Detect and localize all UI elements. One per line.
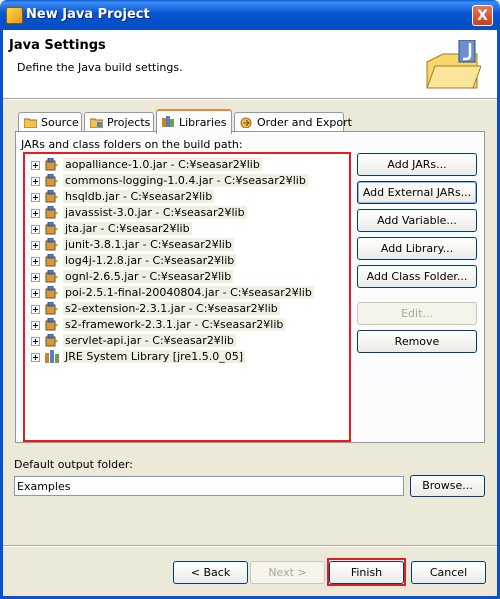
expand-toggle-icon[interactable] bbox=[31, 289, 40, 298]
expand-toggle-icon[interactable] bbox=[31, 209, 40, 218]
jar-file-icon bbox=[45, 269, 59, 283]
browse-button[interactable]: Browse... bbox=[410, 475, 485, 497]
build-path-tree[interactable]: aopalliance-1.0.jar - C:¥seasar2¥lib comm… bbox=[23, 152, 351, 442]
tree-item-label: jta.jar - C:¥seasar2¥lib bbox=[63, 222, 192, 235]
page-description: Define the Java build settings. bbox=[17, 61, 183, 74]
jar-file-icon bbox=[45, 221, 59, 235]
tree-item-label: log4j-1.2.8.jar - C:¥seasar2¥lib bbox=[63, 254, 237, 267]
expand-toggle-icon[interactable] bbox=[31, 241, 40, 250]
expand-toggle-icon[interactable] bbox=[31, 225, 40, 234]
window-frame-left bbox=[0, 30, 3, 599]
jre-library-icon bbox=[45, 350, 59, 363]
add-class-folder-button[interactable]: Add Class Folder... bbox=[357, 265, 477, 288]
jar-file-icon bbox=[45, 205, 59, 219]
output-folder-label: Default output folder: bbox=[14, 458, 133, 471]
java-project-wizard-icon bbox=[426, 40, 481, 89]
page-title: Java Settings bbox=[9, 38, 106, 53]
tab-source[interactable]: Source bbox=[18, 112, 82, 132]
expand-toggle-icon[interactable] bbox=[31, 337, 40, 346]
jar-file-icon bbox=[45, 189, 59, 203]
tab-libraries[interactable]: Libraries bbox=[156, 109, 232, 134]
jar-file-icon bbox=[45, 301, 59, 315]
expand-toggle-icon[interactable] bbox=[31, 177, 40, 186]
eclipse-window-icon bbox=[6, 7, 23, 24]
expand-toggle-icon[interactable] bbox=[31, 257, 40, 266]
output-folder-field[interactable]: Examples bbox=[14, 476, 404, 496]
remove-button[interactable]: Remove bbox=[357, 330, 477, 353]
tree-item-label: commons-logging-1.0.4.jar - C:¥seasar2¥l… bbox=[63, 174, 308, 187]
source-folder-icon bbox=[24, 118, 37, 128]
expand-toggle-icon[interactable] bbox=[31, 305, 40, 314]
tab-order-and-export[interactable]: Order and Export bbox=[234, 112, 352, 132]
tree-item-label: JRE System Library [jre1.5.0_05] bbox=[63, 350, 245, 363]
tree-item-label: s2-framework-2.3.1.jar - C:¥seasar2¥lib bbox=[63, 318, 286, 331]
libraries-icon bbox=[162, 116, 174, 127]
expand-toggle-icon[interactable] bbox=[31, 161, 40, 170]
tree-item-label: javassist-3.0.jar - C:¥seasar2¥lib bbox=[63, 206, 247, 219]
jar-file-icon bbox=[45, 173, 59, 187]
add-library-button[interactable]: Add Library... bbox=[357, 237, 477, 260]
window-title: New Java Project bbox=[26, 7, 150, 22]
tree-item-label: s2-extension-2.3.1.jar - C:¥seasar2¥lib bbox=[63, 302, 280, 315]
edit-button[interactable]: Edit... bbox=[357, 302, 477, 325]
footer-separator bbox=[3, 545, 497, 547]
tree-item-label: hsqldb.jar - C:¥seasar2¥lib bbox=[63, 190, 215, 203]
add-external-jars-button[interactable]: Add External JARs... bbox=[357, 181, 477, 204]
jar-file-icon bbox=[45, 317, 59, 331]
title-bar[interactable]: New Java Project X bbox=[0, 0, 500, 30]
jar-file-icon bbox=[45, 333, 59, 347]
jar-file-icon bbox=[45, 157, 59, 171]
tab-projects[interactable]: Projects bbox=[84, 112, 154, 132]
finish-highlight-box bbox=[327, 558, 406, 586]
expand-toggle-icon[interactable] bbox=[31, 273, 40, 282]
tree-item-label: junit-3.8.1.jar - C:¥seasar2¥lib bbox=[63, 238, 234, 251]
jar-file-icon bbox=[45, 285, 59, 299]
next-button[interactable]: Next > bbox=[250, 561, 325, 584]
jar-file-icon bbox=[45, 253, 59, 267]
back-button[interactable]: < Back bbox=[173, 561, 248, 584]
tree-item-label: poi-2.5.1-final-20040804.jar - C:¥seasar… bbox=[63, 286, 314, 299]
order-export-icon bbox=[240, 117, 252, 128]
banner-separator bbox=[3, 98, 497, 100]
tree-item-label: aopalliance-1.0.jar - C:¥seasar2¥lib bbox=[63, 158, 262, 171]
expand-toggle-icon[interactable] bbox=[31, 353, 40, 362]
projects-icon bbox=[90, 118, 103, 128]
expand-toggle-icon[interactable] bbox=[31, 193, 40, 202]
wizard-banner: Java Settings Define the Java build sett… bbox=[3, 30, 497, 98]
jar-file-icon bbox=[45, 237, 59, 251]
tree-item-label: servlet-api.jar - C:¥seasar2¥lib bbox=[63, 334, 236, 347]
add-variable-button[interactable]: Add Variable... bbox=[357, 209, 477, 232]
build-path-label: JARs and class folders on the build path… bbox=[21, 138, 243, 151]
close-button[interactable]: X bbox=[472, 5, 493, 26]
expand-toggle-icon[interactable] bbox=[31, 321, 40, 330]
tree-item-label: ognl-2.6.5.jar - C:¥seasar2¥lib bbox=[63, 270, 234, 283]
cancel-button[interactable]: Cancel bbox=[411, 561, 486, 584]
add-jars-button[interactable]: Add JARs... bbox=[357, 153, 477, 176]
